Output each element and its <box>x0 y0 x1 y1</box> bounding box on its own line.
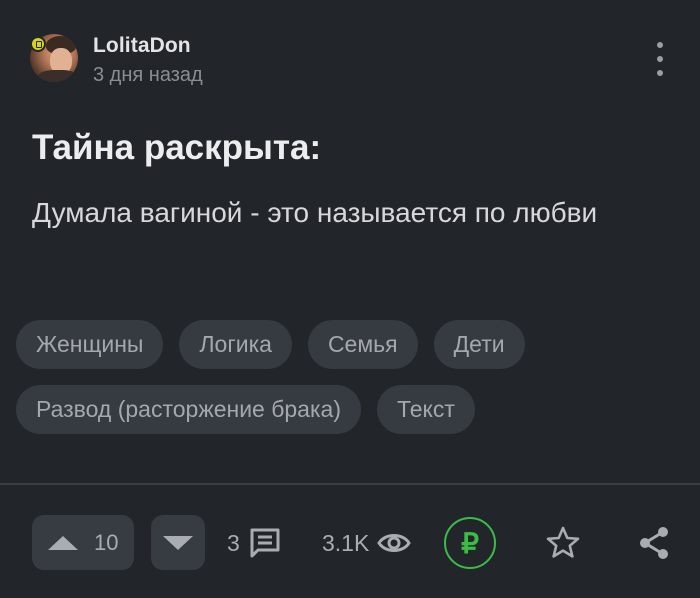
post-title[interactable]: Тайна раскрыта: <box>32 128 321 168</box>
arrow-down-icon <box>163 535 193 550</box>
tag-item[interactable]: Женщины <box>16 320 164 369</box>
divider <box>0 483 700 485</box>
rating-count: 10 <box>94 529 119 555</box>
comment-icon <box>250 528 280 558</box>
downvote-button[interactable] <box>151 515 205 570</box>
tag-item[interactable]: Текст <box>377 385 475 434</box>
ruble-icon: ₽ <box>461 527 479 559</box>
author-username[interactable]: LolitaDon <box>93 34 191 58</box>
tag-row: Женщины Логика Семья Дети <box>16 320 686 369</box>
tag-item[interactable]: Развод (расторжение брака) <box>16 385 361 434</box>
star-icon[interactable] <box>545 525 581 561</box>
views-count: 3.1K <box>322 529 370 556</box>
post-timestamp: 3 дня назад <box>93 64 203 86</box>
post-header: LolitaDon 3 дня назад <box>30 34 680 86</box>
tag-list: Женщины Логика Семья Дети Развод (растор… <box>16 320 686 450</box>
tag-item[interactable]: Логика <box>179 320 292 369</box>
tag-item[interactable]: Дети <box>433 320 525 369</box>
comments-button[interactable]: 3 <box>227 525 282 561</box>
tag-row: Развод (расторжение брака) Текст <box>16 385 686 434</box>
post-body: Думала вагиной - это называется по любви <box>32 197 598 228</box>
arrow-up-icon <box>48 535 78 550</box>
share-icon[interactable] <box>636 525 672 561</box>
eye-icon <box>377 534 412 552</box>
upvote-button[interactable]: 10 <box>32 515 134 570</box>
donate-button[interactable]: ₽ <box>444 517 496 569</box>
badge-icon <box>30 36 46 52</box>
comments-count: 3 <box>227 529 240 556</box>
views-indicator: 3.1K <box>322 525 412 561</box>
menu-dots-icon[interactable] <box>652 42 668 76</box>
post-footer: 10 3 3.1K ₽ <box>0 515 700 571</box>
tag-item[interactable]: Семья <box>307 320 418 369</box>
